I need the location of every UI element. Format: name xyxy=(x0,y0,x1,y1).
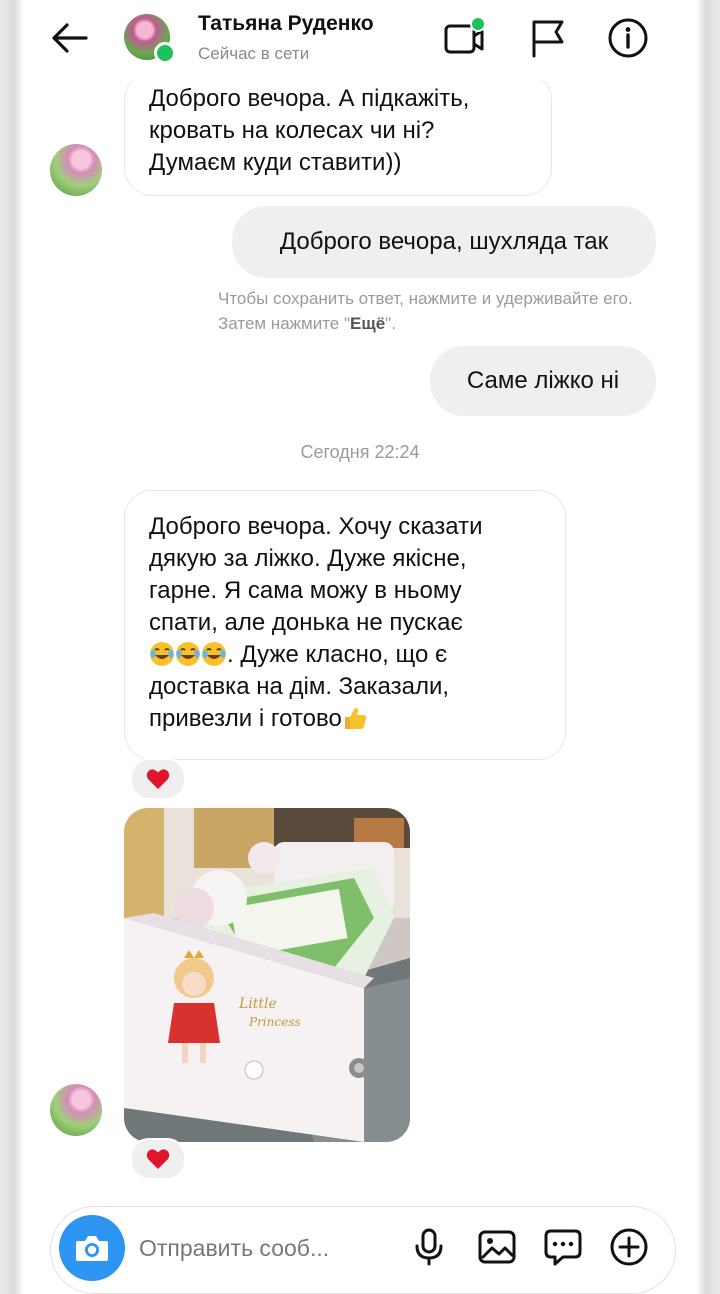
incoming-message[interactable]: Доброго вечора. А підкажіть, кровать на … xyxy=(124,72,552,196)
plus-icon[interactable] xyxy=(609,1227,649,1267)
timestamp: Сегодня 22:24 xyxy=(300,442,420,462)
message-line: . Дуже класно, що є xyxy=(149,639,541,671)
sender-avatar[interactable] xyxy=(50,1084,102,1136)
message-line: Думаєм куди ставити)) xyxy=(149,149,402,176)
contact-name[interactable]: Татьяна Руденко xyxy=(198,12,374,36)
chat-header: Татьяна Руденко Сейчас в сети xyxy=(24,0,696,80)
outgoing-message[interactable]: Доброго вечора, шухляда так xyxy=(232,206,656,278)
camera-icon xyxy=(76,1236,108,1261)
microphone-icon[interactable] xyxy=(409,1227,449,1267)
video-call-icon[interactable] xyxy=(442,16,486,60)
laughing-emoji xyxy=(176,642,200,666)
incoming-message[interactable]: Доброго вечора. Хочу сказати дякую за лі… xyxy=(124,490,566,760)
heart-reaction[interactable] xyxy=(130,1138,186,1180)
heart-reaction[interactable] xyxy=(130,758,186,800)
message-line: привезли і готово xyxy=(149,703,541,735)
thumbs-up-emoji xyxy=(344,707,367,729)
chat-screen: Татьяна Руденко Сейчас в сети Доброго ве… xyxy=(24,0,696,1294)
message-line: доставка на дім. Заказали, xyxy=(149,673,450,700)
outgoing-message[interactable]: Саме ліжко ні xyxy=(430,346,656,416)
sticker-icon[interactable] xyxy=(543,1227,583,1267)
message-line: Доброго вечора. Хочу сказати xyxy=(149,513,483,540)
save-reply-hint: Чтобы сохранить ответ, нажмите и удержив… xyxy=(218,289,633,333)
svg-text:Little: Little xyxy=(238,996,277,1012)
flag-icon[interactable] xyxy=(526,16,570,60)
message-line: кровать на колесах чи ні? xyxy=(149,117,435,144)
message-text: Доброго вечора, шухляда так xyxy=(279,228,609,255)
bed-photo[interactable]: Little Princess xyxy=(124,808,410,1142)
message-input[interactable] xyxy=(139,1235,369,1262)
online-indicator xyxy=(154,42,176,64)
heart-icon xyxy=(146,1149,170,1169)
contact-status: Сейчас в сети xyxy=(198,44,310,63)
back-arrow-icon[interactable] xyxy=(50,20,90,56)
message-line: спати, але донька не пускає xyxy=(149,609,463,636)
laughing-emoji xyxy=(202,642,226,666)
message-text: Саме ліжко ні xyxy=(466,367,620,394)
message-line: дякую за ліжко. Дуже якісне, xyxy=(149,545,467,572)
message-line: Доброго вечора. А підкажіть, xyxy=(149,85,470,112)
svg-text:Princess: Princess xyxy=(248,1015,301,1029)
heart-icon xyxy=(146,769,170,789)
sender-avatar[interactable] xyxy=(50,144,102,196)
message-composer xyxy=(50,1206,676,1294)
laughing-emoji xyxy=(150,642,174,666)
camera-button[interactable] xyxy=(59,1215,125,1281)
info-icon[interactable] xyxy=(606,16,650,60)
message-line: гарне. Я сама можу в ньому xyxy=(149,577,462,604)
gallery-icon[interactable] xyxy=(477,1227,517,1267)
